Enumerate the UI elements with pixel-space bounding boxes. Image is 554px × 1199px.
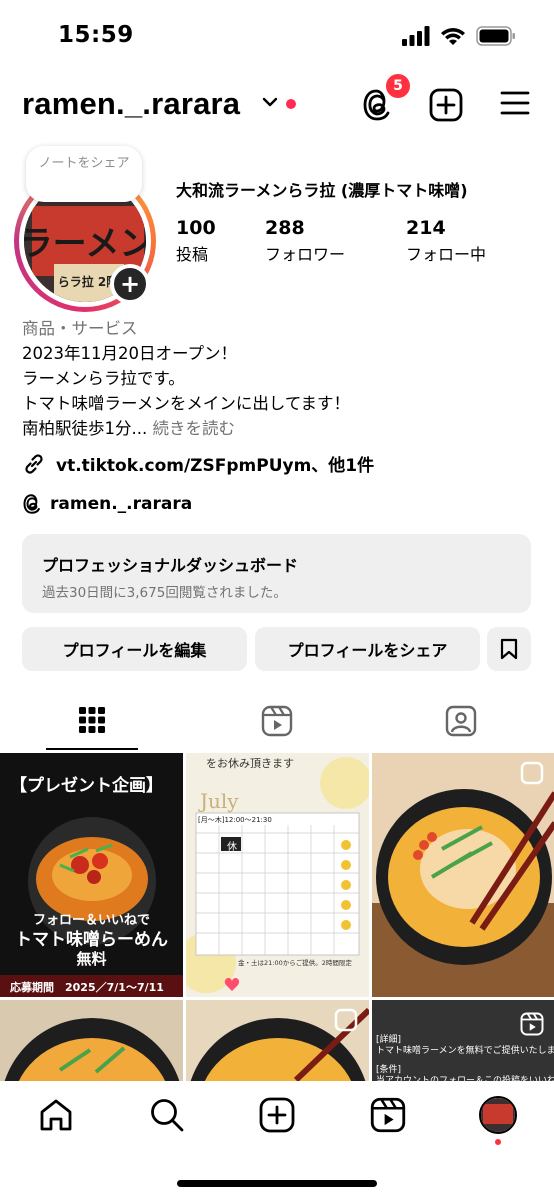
threads-profile-link[interactable]: ramen._.rarara: [22, 493, 192, 515]
wifi-icon: [441, 28, 465, 45]
profile-header: ramen._.rarara: [0, 80, 554, 136]
stat-label: 投稿: [176, 245, 209, 264]
post-2-month: July: [200, 789, 239, 813]
post-thumbnail[interactable]: [0, 1000, 183, 1083]
status-bar: 15:59: [0, 0, 554, 70]
dashboard-title: プロフェッショナルダッシュボード: [42, 556, 299, 575]
bio-category: 商品・サービス: [22, 319, 138, 338]
stat-followers[interactable]: 288 フォロワー: [265, 217, 345, 265]
stat-label: フォロー中: [406, 245, 487, 264]
post-1-caption: 無料: [76, 950, 107, 968]
edit-profile-button[interactable]: プロフィールを編集: [22, 627, 247, 671]
notification-dot: [286, 99, 296, 109]
active-tab-indicator: [46, 748, 138, 750]
post-1-caption: トマト味噌らーめん: [15, 930, 168, 950]
link-icon: [25, 453, 43, 474]
post-thumbnail[interactable]: [詳細] トマト味噌ラーメンを無料でご提供いたします [条件] 当アカウントのフ…: [372, 1000, 554, 1083]
grid-icon[interactable]: [78, 706, 106, 734]
posts-grid: 【プレゼント企画】 フォロー＆いいねで トマト味噌らーめん 無料 応募期間 20…: [0, 753, 554, 1083]
bio: 商品・サービス 2023年11月20日オープン！ ラーメンらラ拉です。 トマト味…: [22, 316, 542, 441]
home-icon[interactable]: [38, 1098, 74, 1132]
stat-label: フォロワー: [265, 245, 346, 264]
search-icon[interactable]: [149, 1097, 185, 1133]
bio-line: 南柏駅徒歩1分...: [22, 419, 148, 438]
saved-button[interactable]: [487, 627, 531, 671]
username-title[interactable]: ramen._.rarara: [22, 86, 240, 122]
bio-link[interactable]: vt.tiktok.com/ZSFpmPUym、他1件: [22, 451, 374, 476]
status-time: 15:59: [58, 22, 134, 48]
status-icons: [402, 26, 516, 46]
bio-line: ラーメンらラ拉です。: [22, 369, 185, 388]
professional-dashboard[interactable]: プロフェッショナルダッシュボード 過去30日間に3,675回閲覧されました。: [22, 534, 531, 613]
post-2-hours: [月〜木]12:00〜21:30: [198, 816, 272, 824]
cellular-signal-icon: [402, 26, 430, 46]
reel-indicator-icon: [520, 1012, 544, 1036]
profile-notification-dot: [495, 1139, 501, 1145]
create-icon[interactable]: [259, 1097, 295, 1133]
dashboard-subtitle: 過去30日間に3,675回閲覧されました。: [42, 585, 287, 601]
home-indicator: [177, 1180, 377, 1187]
create-post-icon[interactable]: [429, 88, 463, 122]
stat-following[interactable]: 214 フォロー中: [406, 217, 486, 265]
battery-icon: [476, 26, 515, 46]
bio-line: 2023年11月20日オープン！: [22, 344, 237, 363]
stat-value: 100: [176, 217, 216, 239]
add-story-button[interactable]: +: [110, 264, 150, 304]
post-2-rest: 休: [227, 842, 237, 853]
post-thumbnail[interactable]: [372, 753, 554, 997]
bio-read-more[interactable]: 続きを読む: [152, 419, 235, 438]
profile-display-name: 大和流ラーメンらラ拉 (濃厚トマト味噌): [176, 181, 468, 200]
stat-posts[interactable]: 100 投稿: [176, 217, 216, 265]
post-1-title: 【プレゼント企画】: [10, 776, 163, 796]
threads-badge: 5: [386, 74, 410, 98]
bio-line: トマト味噌ラーメンをメインに出してます！: [22, 394, 351, 413]
tagged-icon[interactable]: [445, 705, 477, 737]
post-6-text: トマト味噌ラーメンを無料でご提供いたします: [376, 1046, 554, 1056]
post-thumbnail[interactable]: をお休み頂きます July [月〜木]12:00〜21:30 休 金・土は21:…: [186, 753, 369, 997]
post-2-top: をお休み頂きます: [206, 757, 294, 770]
bio-link-text[interactable]: vt.tiktok.com/ZSFpmPUym、他1件: [56, 451, 374, 476]
post-1-period: 応募期間 2025／7/1〜7/11: [10, 981, 164, 994]
profile-tabs: [0, 690, 554, 752]
menu-hamburger-icon[interactable]: [500, 88, 530, 118]
post-thumbnail[interactable]: [186, 1000, 369, 1083]
threads-handle[interactable]: ramen._.rarara: [50, 494, 192, 514]
note-bubble[interactable]: ノートをシェア: [26, 146, 142, 202]
stat-value: 288: [265, 217, 305, 239]
reels-icon[interactable]: [370, 1097, 406, 1133]
post-2-footnote: 金・土は21:00からご提供。2時間限定: [238, 959, 352, 967]
chevron-down-icon[interactable]: [262, 96, 278, 108]
bottom-nav: [0, 1081, 554, 1199]
reels-tab-icon[interactable]: [261, 705, 293, 737]
bookmark-icon: [500, 638, 518, 660]
share-profile-button[interactable]: プロフィールをシェア: [255, 627, 480, 671]
profile-nav-avatar[interactable]: [479, 1096, 517, 1134]
post-thumbnail[interactable]: 【プレゼント企画】 フォロー＆いいねで トマト味噌らーめん 無料 応募期間 20…: [0, 753, 183, 997]
stat-value: 214: [406, 217, 446, 239]
avatar-sign-text: ラーメン: [24, 224, 146, 264]
threads-small-icon: [23, 494, 40, 514]
